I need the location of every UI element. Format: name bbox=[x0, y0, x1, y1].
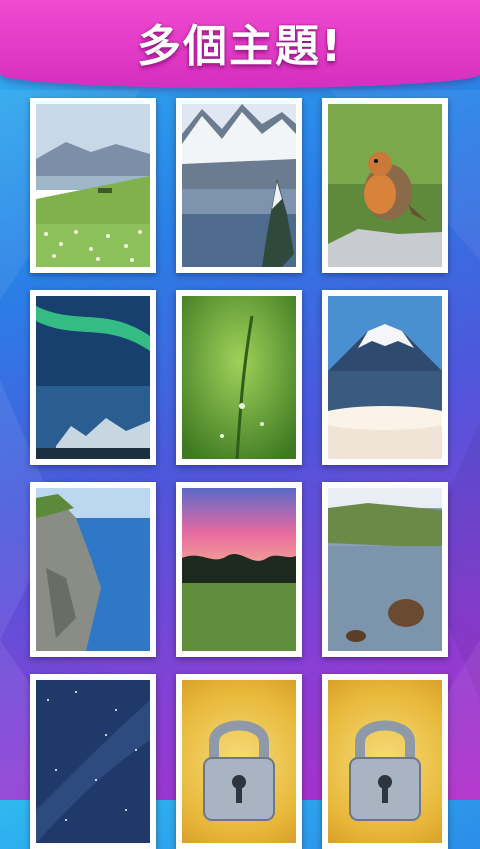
green-grass-dew-thumbnail bbox=[182, 296, 296, 459]
theme-card-starry-sky[interactable] bbox=[30, 674, 156, 849]
meadow-lake-thumbnail bbox=[36, 104, 150, 267]
page-title: 多個主題! bbox=[136, 21, 344, 72]
locked-thumbnail bbox=[182, 680, 296, 843]
theme-card-pond-rock[interactable] bbox=[322, 482, 448, 657]
theme-card-sea-cliff[interactable] bbox=[30, 482, 156, 657]
theme-card-green-grass-dew[interactable] bbox=[176, 290, 302, 465]
pond-rock-thumbnail bbox=[328, 488, 442, 651]
theme-card-snowy-mountain-lake[interactable] bbox=[176, 98, 302, 273]
snowy-mountain-lake-thumbnail bbox=[182, 104, 296, 267]
theme-card-aurora-night[interactable] bbox=[30, 290, 156, 465]
padlock-icon bbox=[349, 720, 421, 821]
mount-fuji-thumbnail bbox=[328, 296, 442, 459]
aurora-night-thumbnail bbox=[36, 296, 150, 459]
theme-card-mount-fuji[interactable] bbox=[322, 290, 448, 465]
padlock-icon bbox=[203, 720, 275, 821]
theme-card-sunset-field[interactable] bbox=[176, 482, 302, 657]
theme-card-locked-1[interactable] bbox=[176, 674, 302, 849]
sea-cliff-thumbnail bbox=[36, 488, 150, 651]
theme-card-robin-bird[interactable] bbox=[322, 98, 448, 273]
locked-thumbnail bbox=[328, 680, 442, 843]
starry-sky-thumbnail bbox=[36, 680, 150, 843]
header-bar: 多個主題! bbox=[0, 0, 480, 88]
robin-bird-thumbnail bbox=[328, 104, 442, 267]
theme-card-locked-2[interactable] bbox=[322, 674, 448, 849]
theme-card-meadow-lake[interactable] bbox=[30, 98, 156, 273]
sunset-field-thumbnail bbox=[182, 488, 296, 651]
